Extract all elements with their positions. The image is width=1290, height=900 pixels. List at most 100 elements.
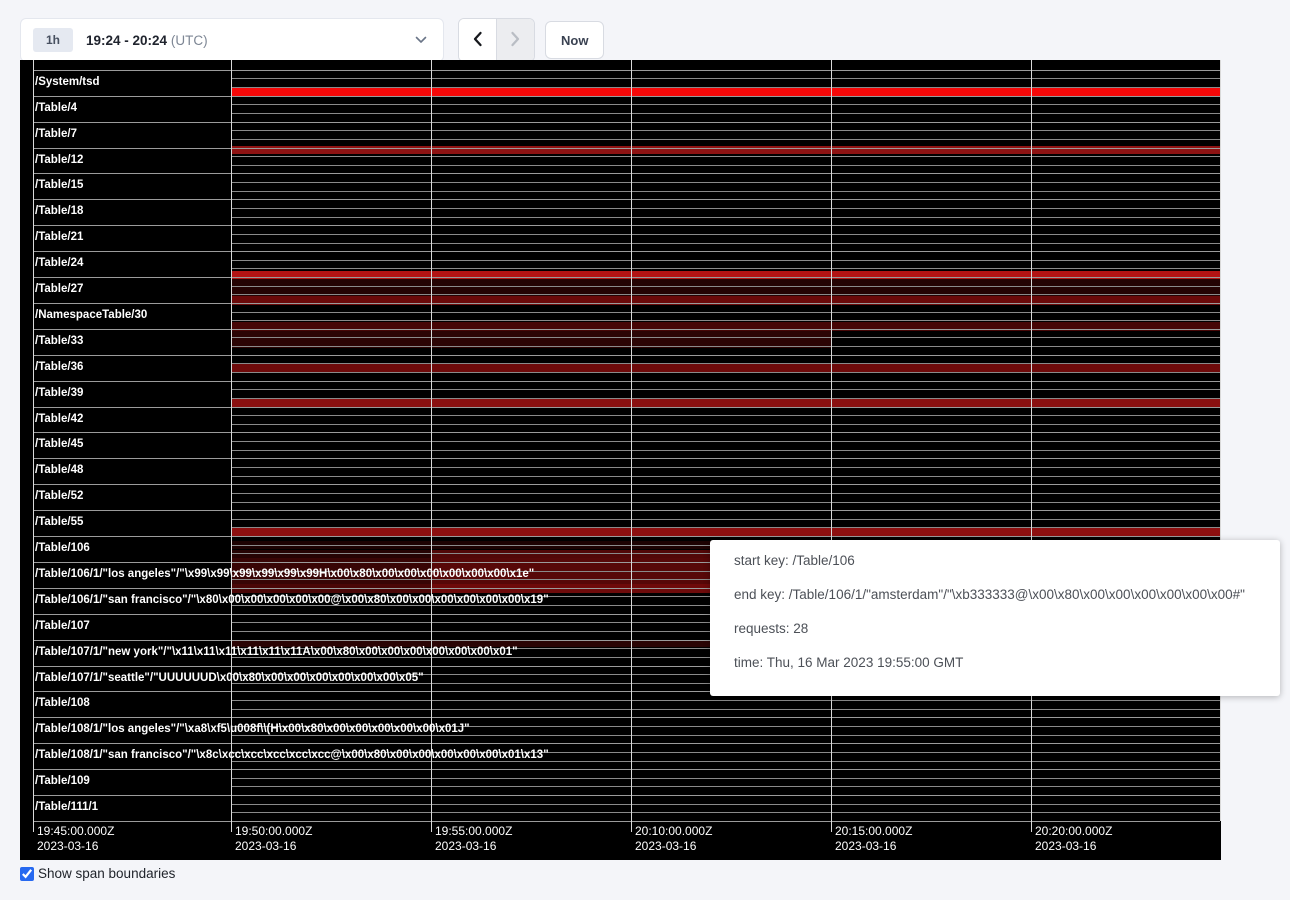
span-boundary-line: [231, 804, 1220, 805]
row-label: /Table/48: [35, 461, 83, 479]
show-span-boundaries-checkbox[interactable]: [20, 867, 34, 881]
x-tick-date: 2023-03-16: [235, 839, 296, 853]
row-label: /Table/21: [35, 228, 83, 246]
span-boundary-line: [231, 389, 1220, 390]
tooltip-start-key: start key: /Table/106: [734, 544, 1256, 578]
footer: Show span boundaries: [20, 866, 175, 881]
row-label: /Table/106/1/"los angeles"/"\x99\x99\x99…: [35, 565, 534, 583]
span-boundary-line: [231, 346, 1220, 347]
row-label: /Table/109: [35, 772, 90, 790]
next-time-button[interactable]: [496, 19, 534, 61]
x-tick-time: 20:10:00.000Z: [635, 824, 712, 838]
chevron-right-icon: [510, 31, 521, 50]
span-boundary-line: [231, 700, 1220, 701]
chevron-down-icon: [415, 36, 427, 44]
row-label: /Table/42: [35, 410, 83, 428]
duration-badge: 1h: [33, 28, 73, 52]
span-boundary-line: [231, 87, 1220, 88]
time-gridline: [431, 60, 432, 832]
row-label: /Table/15: [35, 176, 83, 194]
span-boundary-line: [33, 821, 1220, 822]
span-boundary-line: [33, 122, 1220, 123]
span-boundary-line: [33, 225, 1220, 226]
span-boundary-line: [33, 303, 1220, 304]
time-gridline: [33, 60, 34, 832]
span-boundary-line: [231, 243, 1220, 244]
span-boundary-line: [231, 234, 1220, 235]
row-label: /Table/106: [35, 539, 90, 557]
span-boundary-line: [231, 208, 1220, 209]
span-boundary-line: [33, 199, 1220, 200]
x-tick-time: 19:55:00.000Z: [435, 824, 512, 838]
span-boundary-line: [231, 165, 1220, 166]
span-boundary-line: [231, 372, 1220, 373]
span-boundary-line: [33, 173, 1220, 174]
timezone-label: (UTC): [171, 33, 208, 48]
tooltip-requests: requests: 28: [734, 612, 1256, 646]
time-nav-group: [458, 18, 535, 62]
span-boundary-line: [231, 476, 1220, 477]
span-boundary-line: [231, 217, 1220, 218]
x-tick-time: 20:15:00.000Z: [835, 824, 912, 838]
span-boundary-line: [231, 398, 1220, 399]
span-boundary-line: [231, 286, 1220, 287]
span-boundary-line: [231, 156, 1220, 157]
row-label: /System/tsd: [35, 73, 100, 91]
tooltip-end-key: end key: /Table/106/1/"amsterdam"/"\xb33…: [734, 578, 1256, 612]
span-boundary-line: [33, 795, 1220, 796]
span-boundary-line: [33, 329, 1220, 330]
span-boundary-line: [231, 294, 1220, 295]
row-label: /Table/55: [35, 513, 83, 531]
span-boundary-line: [33, 381, 1220, 382]
row-label: /Table/18: [35, 202, 83, 220]
span-boundary-line: [33, 148, 1220, 149]
prev-time-button[interactable]: [459, 19, 496, 61]
row-label: /Table/107/1/"new york"/"\x11\x11\x11\x1…: [35, 643, 518, 661]
row-label: /Table/27: [35, 280, 83, 298]
x-tick-date: 2023-03-16: [1035, 839, 1096, 853]
row-label: /Table/108/1/"los angeles"/"\xa8\xf5\u00…: [35, 720, 470, 738]
heat-band: [231, 398, 1220, 407]
heat-band: [231, 87, 1220, 95]
span-boundary-line: [33, 96, 1220, 97]
show-span-boundaries-label: Show span boundaries: [38, 866, 175, 881]
span-boundary-line: [231, 441, 1220, 442]
time-range-label: 19:24 - 20:24 (UTC): [86, 33, 208, 48]
span-boundary-line: [231, 493, 1220, 494]
time-range-dropdown[interactable]: 1h 19:24 - 20:24 (UTC): [20, 18, 444, 62]
tooltip-time: time: Thu, 16 Mar 2023 19:55:00 GMT: [734, 646, 1256, 680]
span-boundary-line: [231, 424, 1220, 425]
span-boundary-line: [231, 139, 1220, 140]
span-boundary-line: [231, 268, 1220, 269]
span-boundary-line: [231, 78, 1220, 79]
row-label: /Table/107/1/"seattle"/"UUUUUUD\x00\x80\…: [35, 669, 424, 687]
span-boundary-line: [231, 502, 1220, 503]
x-tick-date: 2023-03-16: [835, 839, 896, 853]
row-label: /Table/7: [35, 125, 77, 143]
span-boundary-line: [231, 709, 1220, 710]
row-label: /Table/39: [35, 384, 83, 402]
time-gridline: [231, 60, 232, 832]
row-label: /Table/108/1/"san francisco"/"\x8c\xcc\x…: [35, 746, 549, 764]
x-tick-time: 19:50:00.000Z: [235, 824, 312, 838]
x-tick-date: 2023-03-16: [37, 839, 98, 853]
span-boundary-line: [231, 415, 1220, 416]
x-tick-time: 19:45:00.000Z: [37, 824, 114, 838]
span-boundary-line: [231, 527, 1220, 528]
key-visualizer-canvas[interactable]: /System/tsd/Table/4/Table/7/Table/12/Tab…: [20, 60, 1221, 860]
row-label: /Table/4: [35, 99, 77, 117]
span-boundary-line: [231, 320, 1220, 321]
span-boundary-line: [231, 786, 1220, 787]
span-boundary-line: [33, 432, 1220, 433]
span-boundary-line: [231, 191, 1220, 192]
row-label: /Table/111/1: [35, 798, 98, 816]
span-boundary-line: [33, 510, 1220, 511]
span-boundary-line: [33, 70, 1220, 71]
row-label: /NamespaceTable/30: [35, 306, 147, 324]
time-gridline: [631, 60, 632, 832]
span-boundary-line: [33, 769, 1220, 770]
now-button[interactable]: Now: [545, 21, 604, 59]
span-boundary-line: [33, 536, 1220, 537]
span-boundary-line: [33, 484, 1220, 485]
x-tick-date: 2023-03-16: [635, 839, 696, 853]
